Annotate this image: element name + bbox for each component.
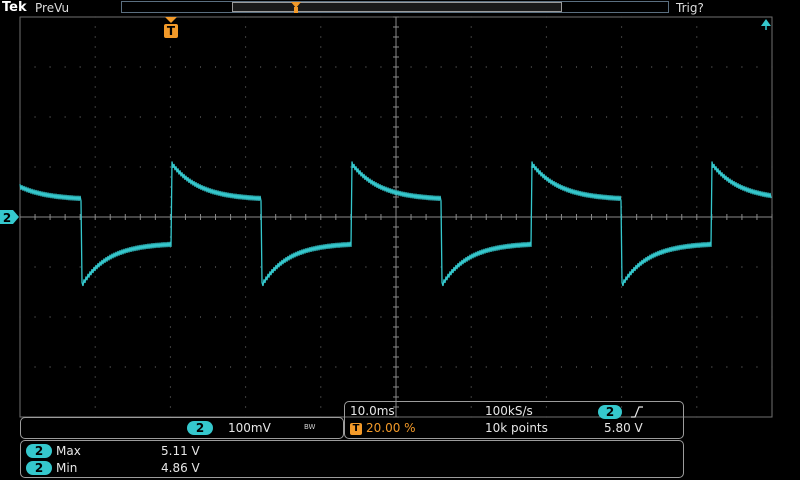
measurement-name: Min	[56, 461, 78, 475]
channel-2-badge: 2	[187, 421, 213, 435]
measurement-channel-badge: 2	[26, 461, 52, 475]
bandwidth-limit-icon: BW	[304, 423, 316, 431]
trigger-position-marker[interactable]: T	[164, 17, 178, 38]
measurement-value: 4.86 V	[161, 461, 200, 475]
time-per-division: 10.0ms	[350, 404, 395, 418]
record-length: 10k points	[485, 421, 548, 435]
timebase-settings-box[interactable]: 10.0ms 100kS/s 2 T 20.00 % 10k points 5.…	[344, 401, 684, 439]
channel-settings-box[interactable]: 2 100mV BW	[20, 417, 344, 439]
trigger-position-marker-label: T	[167, 24, 176, 38]
channel-2-level-marker[interactable]: 2	[0, 210, 19, 225]
trigger-level: 5.80 V	[604, 421, 643, 435]
trigger-position-percent: 20.00 %	[366, 421, 416, 435]
rising-edge-icon	[631, 406, 643, 418]
measurement-row[interactable]: 2 Min 4.86 V	[21, 460, 321, 477]
channel-2-level-marker-label: 2	[3, 211, 11, 225]
measurement-value: 5.11 V	[161, 444, 200, 458]
trigger-level-arrow-icon[interactable]	[761, 19, 771, 30]
trigger-position-icon: T	[350, 423, 362, 435]
measurements-box[interactable]: 2 Max 5.11 V 2 Min 4.86 V	[20, 440, 684, 478]
vertical-scale-value: 100mV	[228, 421, 271, 435]
measurement-channel-badge: 2	[26, 444, 52, 458]
sample-rate: 100kS/s	[485, 404, 533, 418]
trigger-source-badge: 2	[598, 405, 622, 419]
measurement-row[interactable]: 2 Max 5.11 V	[21, 443, 321, 460]
overview-trigger-marker	[291, 2, 301, 13]
measurement-name: Max	[56, 444, 81, 458]
oscilloscope-screen: Tek PreVu Trig? T 2 2 100mV BW 10.0ms 10…	[0, 0, 800, 480]
